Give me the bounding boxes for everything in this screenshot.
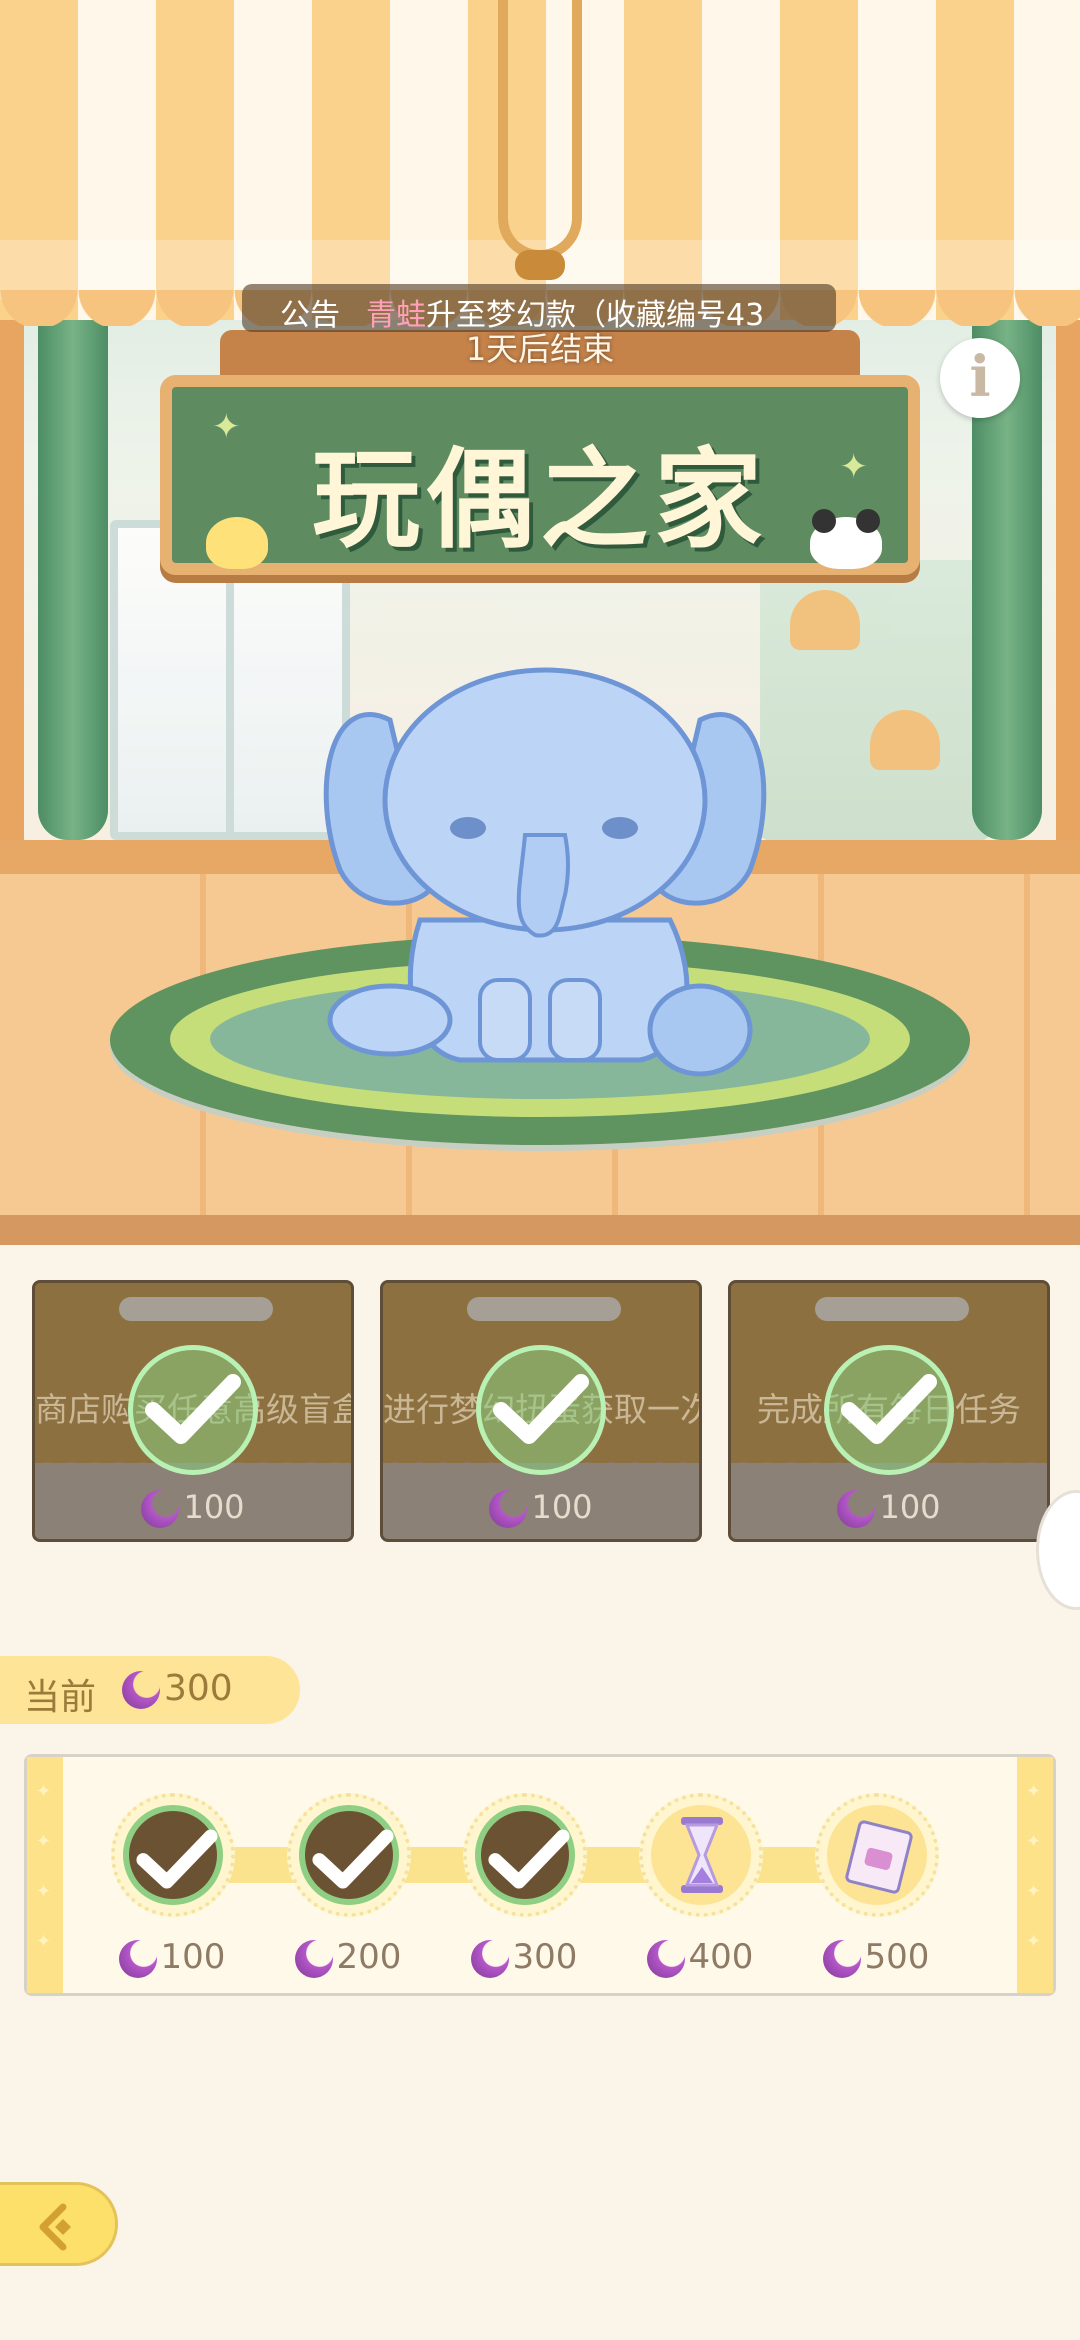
info-icon: i xyxy=(969,344,991,410)
shop-scene: ✦ ✦ 玩偶之家 公告 青蛙升至梦幻款（收藏编号43 1天后结束 i xyxy=(0,0,1080,1245)
completed-check-icon xyxy=(476,1345,606,1475)
moon-coin-icon xyxy=(118,1939,157,1978)
milestone-value: 400 xyxy=(635,1937,765,1978)
moon-coin-icon xyxy=(646,1939,685,1978)
back-arrow-icon xyxy=(39,2203,71,2251)
milestone-reward[interactable] xyxy=(815,1793,939,1917)
completed-check-icon xyxy=(128,1345,258,1475)
chick-icon xyxy=(206,517,268,569)
check-icon xyxy=(488,1829,570,1889)
sign-title: 玩偶之家 xyxy=(311,438,768,563)
ticket-icon xyxy=(844,1819,914,1895)
moon-coin-icon xyxy=(294,1939,333,1978)
milestone-reward[interactable] xyxy=(463,1793,587,1917)
milestone-value: 500 xyxy=(811,1937,941,1978)
moon-coin-icon xyxy=(489,1490,528,1528)
current-points: 当前 300 xyxy=(0,1656,300,1724)
check-icon xyxy=(312,1829,394,1889)
card-tab xyxy=(815,1297,969,1321)
milestone-reward[interactable] xyxy=(639,1793,763,1917)
moon-coin-icon xyxy=(122,1671,160,1709)
card-tab xyxy=(119,1297,273,1321)
card-tab xyxy=(467,1297,621,1321)
sign-knot xyxy=(515,250,565,280)
shop-sign: ✦ ✦ 玩偶之家 xyxy=(160,375,920,575)
moon-coin-icon xyxy=(141,1490,180,1528)
moon-coin-icon xyxy=(837,1490,876,1528)
event-countdown: 1天后结束 xyxy=(465,330,615,368)
curtain-left xyxy=(38,300,108,840)
elephant-plush-icon[interactable] xyxy=(320,650,770,1090)
background-shelf xyxy=(760,560,990,840)
check-icon xyxy=(136,1829,218,1889)
sign-rope xyxy=(498,0,582,260)
milestone-progress: ✦ ✦ ✦ ✦ ✦ ✦ ✦ ✦ 100 200 300 400 500 xyxy=(24,1754,1056,1996)
moon-coin-icon xyxy=(470,1939,509,1978)
back-button[interactable] xyxy=(0,2182,118,2266)
completed-check-icon xyxy=(824,1345,954,1475)
moon-coin-icon xyxy=(822,1939,861,1978)
info-button[interactable]: i xyxy=(940,338,1020,418)
milestone-reward[interactable] xyxy=(287,1793,411,1917)
task-reward: 100 xyxy=(731,1488,1047,1528)
milestone-value: 100 xyxy=(107,1937,237,1978)
milestone-value: 300 xyxy=(459,1937,589,1978)
task-reward: 100 xyxy=(383,1488,699,1528)
floor-edge xyxy=(0,1215,1080,1245)
current-label: 当前 xyxy=(24,1677,97,1718)
milestone-value: 200 xyxy=(283,1937,413,1978)
panda-icon xyxy=(810,509,882,569)
current-value: 300 xyxy=(122,1668,233,1709)
task-reward: 100 xyxy=(35,1488,351,1528)
hourglass-icon xyxy=(681,1817,723,1893)
milestone-reward[interactable] xyxy=(111,1793,235,1917)
